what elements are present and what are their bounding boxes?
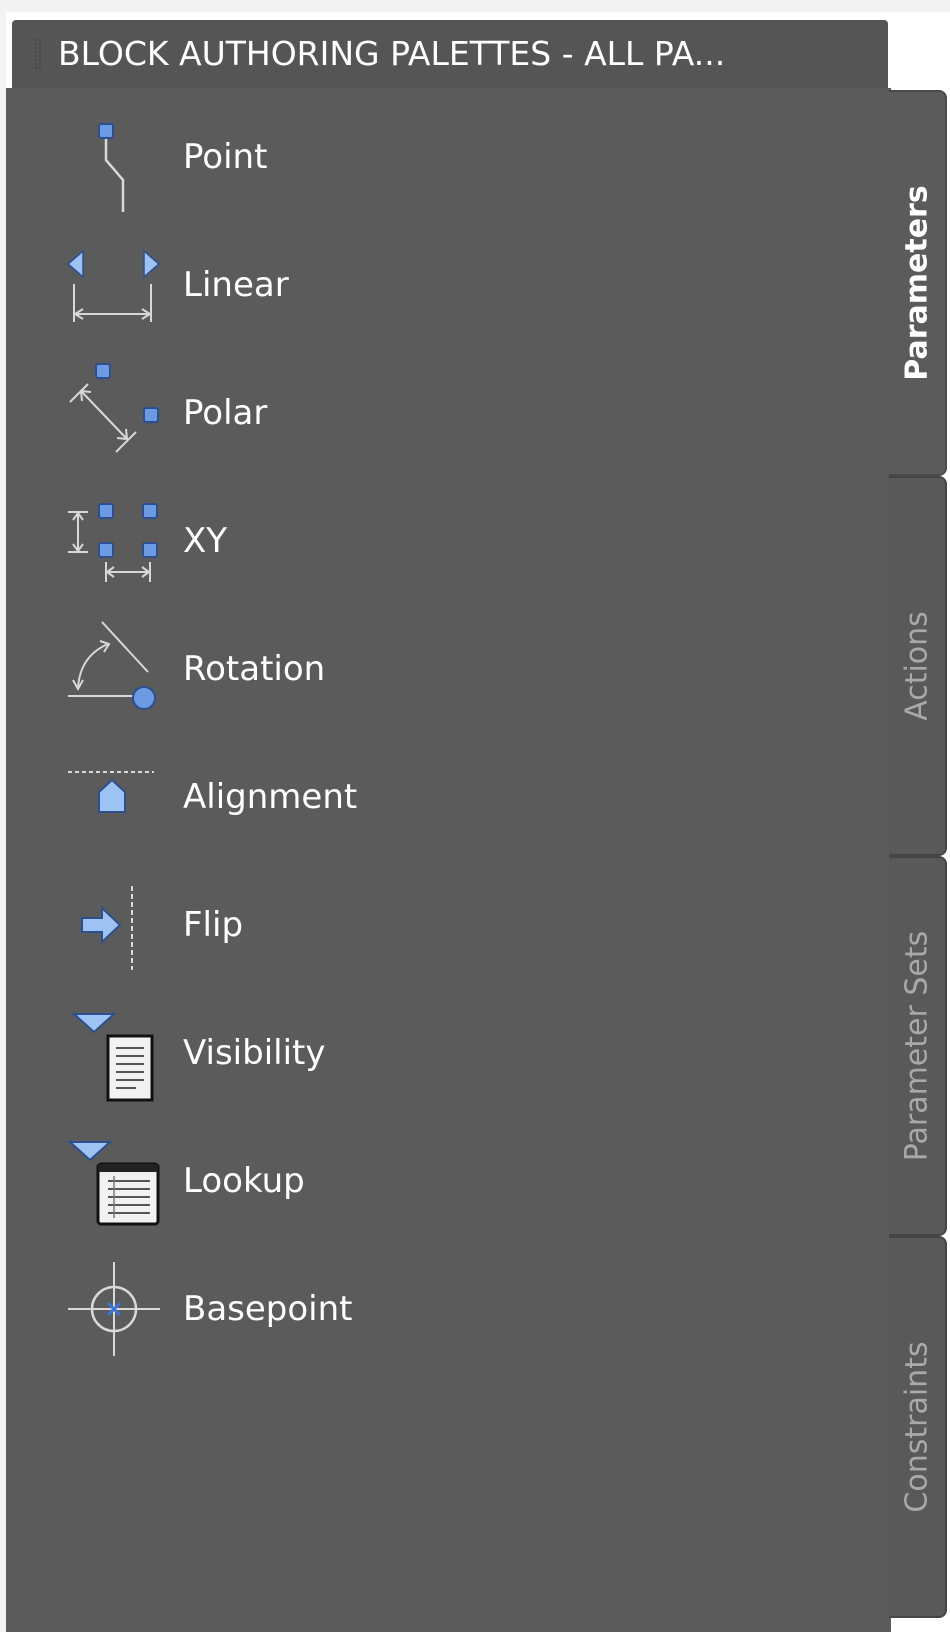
tool-label: Basepoint (183, 1289, 353, 1329)
tool-label: Alignment (183, 777, 358, 817)
tool-linear[interactable]: Linear (66, 230, 486, 340)
lookup-parameter-icon (67, 1141, 160, 1226)
tab-label: Parameters (899, 185, 935, 381)
linear-parameter-icon (66, 249, 161, 322)
tab-actions[interactable]: Actions (889, 476, 947, 856)
tool-label: Rotation (183, 649, 326, 689)
polar-parameter-icon (69, 363, 159, 453)
tool-label: Point (183, 137, 268, 177)
rotation-parameter-icon (68, 621, 156, 710)
tool-point[interactable]: Point (66, 102, 486, 212)
block-authoring-palette-window: BLOCK AUTHORING PALETTES - ALL PA... Poi… (0, 0, 950, 1632)
drag-grip-icon[interactable] (34, 38, 42, 70)
tool-label: Linear (183, 265, 289, 305)
tool-label: Lookup (183, 1161, 305, 1201)
tool-alignment[interactable]: Alignment (66, 742, 486, 852)
flip-parameter-icon (81, 886, 133, 970)
tool-flip[interactable]: Flip (66, 870, 486, 980)
palette-title-bar[interactable]: BLOCK AUTHORING PALETTES - ALL PA... (12, 20, 888, 88)
palette-content: Point Linear Polar XY Rotation Alignment… (6, 88, 891, 1632)
tool-lookup[interactable]: Lookup (66, 1126, 486, 1236)
point-parameter-icon (98, 123, 125, 212)
palette-title: BLOCK AUTHORING PALETTES - ALL PA... (58, 34, 726, 73)
tab-label: Parameter Sets (899, 930, 935, 1162)
alignment-parameter-icon (68, 771, 154, 813)
xy-parameter-icon (68, 503, 158, 582)
tool-basepoint[interactable]: Basepoint (66, 1254, 486, 1364)
basepoint-parameter-icon (68, 1262, 160, 1356)
tool-label: Polar (183, 393, 268, 433)
tool-label: Flip (183, 905, 244, 945)
window-edge-top (0, 0, 950, 12)
tab-label: Actions (899, 611, 935, 721)
tab-constraints[interactable]: Constraints (889, 1236, 947, 1618)
tool-label: XY (183, 521, 228, 561)
tab-parameters[interactable]: Parameters (889, 90, 947, 476)
tool-xy[interactable]: XY (66, 486, 486, 596)
tab-parameter-sets[interactable]: Parameter Sets (889, 856, 947, 1236)
tool-rotation[interactable]: Rotation (66, 614, 486, 724)
tool-label: Visibility (183, 1033, 326, 1073)
tool-visibility[interactable]: Visibility (66, 998, 486, 1108)
tool-polar[interactable]: Polar (66, 358, 486, 468)
tab-label: Constraints (899, 1341, 935, 1513)
visibility-parameter-icon (71, 1013, 154, 1102)
